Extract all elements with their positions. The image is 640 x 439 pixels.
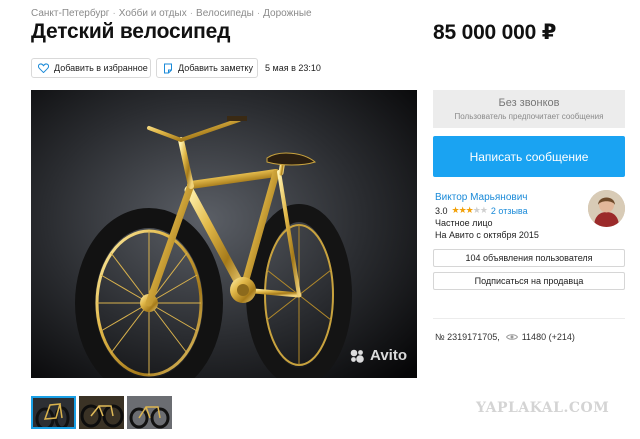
thumbnail-2-image bbox=[79, 396, 124, 429]
star-filled-icon: ★ bbox=[465, 205, 474, 215]
views-count: 11480 (+214) bbox=[521, 332, 575, 342]
avito-watermark: Avito bbox=[349, 347, 407, 364]
avito-logo-icon bbox=[350, 349, 364, 363]
breadcrumb-subcategory[interactable]: Велосипеды bbox=[196, 8, 254, 19]
bicycle-photo bbox=[31, 90, 417, 378]
avatar[interactable] bbox=[588, 190, 625, 227]
thumbnail-3[interactable] bbox=[127, 396, 172, 429]
avito-watermark-text: Avito bbox=[370, 347, 407, 364]
thumbnail-strip bbox=[31, 396, 172, 429]
reviews-link[interactable]: 2 отзыва bbox=[491, 206, 528, 216]
heart-icon bbox=[38, 63, 49, 73]
star-empty-icon: ★ bbox=[472, 205, 481, 215]
user-ads-button[interactable]: 104 объявления пользователя bbox=[433, 249, 625, 267]
add-note-label: Добавить заметку bbox=[178, 63, 253, 73]
rating-value: 3.0 bbox=[435, 205, 448, 216]
breadcrumb: Санкт-Петербург · Хобби и отдых · Велосипеды… bbox=[31, 8, 312, 19]
site-watermark: YAPLAKAL.COM bbox=[476, 400, 610, 416]
star-filled-icon: ★ bbox=[451, 205, 460, 215]
listing-date: 5 мая в 23:10 bbox=[265, 63, 321, 73]
main-photo[interactable]: Avito bbox=[31, 90, 417, 378]
avatar-image bbox=[588, 190, 625, 227]
note-icon bbox=[164, 63, 172, 73]
star-empty-icon: ★ bbox=[479, 205, 488, 215]
thumbnail-2[interactable] bbox=[79, 396, 124, 429]
add-to-favorites-label: Добавить в избранное bbox=[54, 63, 148, 73]
page-title: Детский велосипед bbox=[31, 20, 231, 43]
add-to-favorites-button[interactable]: Добавить в избранное bbox=[31, 58, 151, 78]
thumbnail-3-image bbox=[127, 396, 172, 429]
seller-name-link[interactable]: Виктор Марьянович bbox=[435, 192, 528, 203]
eye-icon bbox=[505, 334, 518, 340]
seller-type: Частное лицо bbox=[435, 218, 493, 228]
subscribe-seller-button[interactable]: Подписаться на продавца bbox=[433, 272, 625, 290]
listing-meta: № 2319171705, 11480 (+214) bbox=[435, 332, 575, 342]
add-note-button[interactable]: Добавить заметку bbox=[156, 58, 258, 78]
thumbnail-1-image bbox=[31, 396, 76, 429]
no-calls-title: Без звонков bbox=[498, 97, 560, 109]
no-calls-notice: Без звонков Пользователь предпочитает со… bbox=[433, 90, 625, 128]
write-message-button[interactable]: Написать сообщение bbox=[433, 136, 625, 177]
thumbnail-1[interactable] bbox=[31, 396, 76, 429]
no-calls-subtitle: Пользователь предпочитает сообщения bbox=[454, 112, 604, 121]
price: 85 000 000 ₽ bbox=[433, 21, 557, 44]
listing-id: № 2319171705, bbox=[435, 332, 500, 342]
seller-since: На Авито с октября 2015 bbox=[435, 230, 539, 240]
rating-stars: ★★★★★ bbox=[451, 205, 488, 216]
star-filled-icon: ★ bbox=[458, 205, 467, 215]
divider bbox=[433, 318, 625, 319]
breadcrumb-city[interactable]: Санкт-Петербург bbox=[31, 8, 109, 19]
breadcrumb-category[interactable]: Хобби и отдых bbox=[119, 8, 187, 19]
seller-rating: 3.0 ★★★★★ 2 отзыва bbox=[435, 205, 528, 216]
breadcrumb-type[interactable]: Дорожные bbox=[263, 8, 311, 19]
